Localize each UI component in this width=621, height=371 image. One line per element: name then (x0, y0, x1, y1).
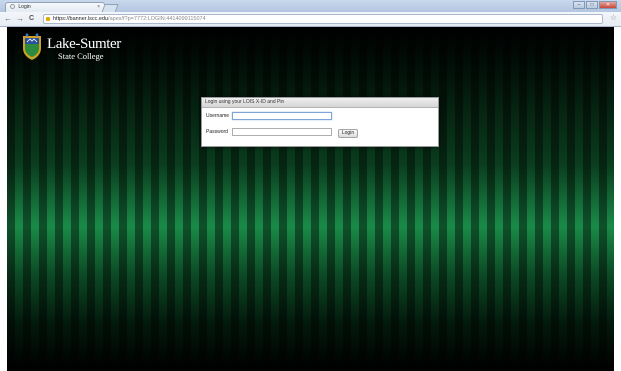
maximize-button[interactable]: □ (586, 1, 598, 9)
username-input[interactable] (232, 112, 332, 120)
tab-close-icon[interactable]: × (97, 3, 100, 12)
login-button[interactable]: Login (338, 129, 358, 138)
forward-arrow-icon[interactable]: → (16, 14, 24, 24)
college-logo[interactable]: Lake-Sumter State College (21, 31, 131, 71)
browser-titlebar: Login × – □ ✕ (0, 0, 621, 13)
shield-logo-icon (23, 33, 41, 60)
url-host: https://banner.lscc.edu (53, 16, 109, 22)
login-header: Login using your LOIS X-ID and Pin (202, 98, 438, 108)
page-background: Lake-Sumter State College Login using yo… (7, 27, 614, 371)
password-input[interactable] (232, 128, 332, 136)
reload-icon[interactable]: C (29, 14, 34, 24)
lock-icon (46, 17, 50, 21)
close-window-button[interactable]: ✕ (599, 1, 617, 9)
back-arrow-icon[interactable]: ← (4, 14, 12, 24)
minimize-button[interactable]: – (573, 1, 585, 9)
bookmark-star-icon[interactable]: ☆ (610, 13, 617, 22)
window-controls: – □ ✕ (573, 1, 617, 10)
login-panel: Login using your LOIS X-ID and Pin Usern… (201, 97, 439, 147)
password-label: Password (206, 129, 228, 135)
browser-tab[interactable]: Login × (5, 2, 105, 12)
address-bar[interactable]: https://banner.lscc.edu/apex/f?p=7772:LO… (43, 14, 603, 24)
page-favicon-icon (10, 4, 15, 10)
brand-subtitle: State College (58, 51, 104, 61)
browser-toolbar: ← → C https://banner.lscc.edu/apex/f?p=7… (0, 12, 621, 27)
url-path: /apex/f?p=7772:LOGIN:4414099115074 (108, 16, 206, 22)
tab-title: Login (18, 4, 31, 10)
username-label: Username (206, 113, 230, 119)
